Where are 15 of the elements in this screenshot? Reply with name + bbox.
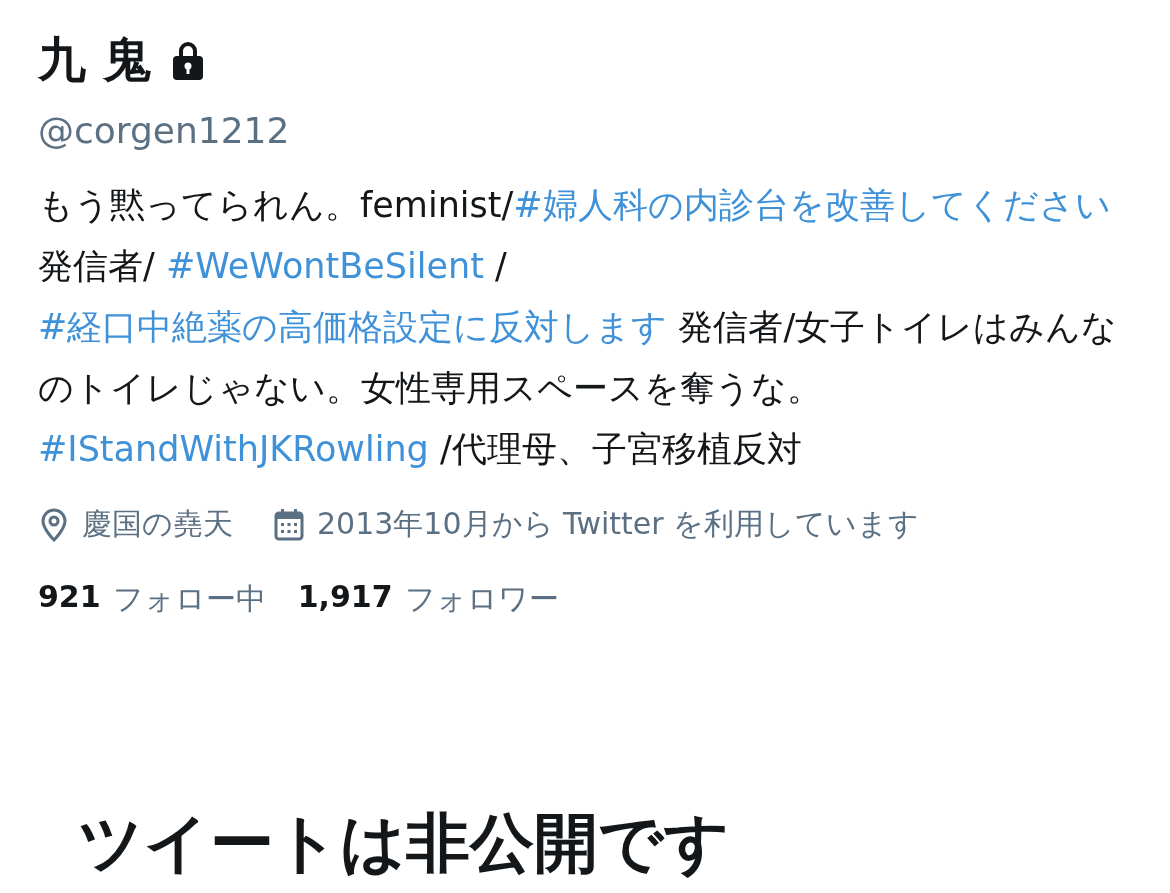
profile-handle[interactable]: @corgen1212 bbox=[38, 110, 1132, 151]
hashtag-link[interactable]: #IStandWithJKRowling bbox=[38, 429, 429, 469]
calendar-icon bbox=[273, 507, 305, 542]
count-label: フォロワー bbox=[404, 580, 559, 618]
location-text: 慶国の堯天 bbox=[82, 505, 233, 543]
count-number: 921 bbox=[38, 579, 101, 616]
count-label: フォロー中 bbox=[112, 580, 266, 618]
hashtag-link[interactable]: #婦人科の内診台を改善してください bbox=[513, 185, 1111, 225]
count-number: 1,917 bbox=[297, 579, 393, 616]
notice-title: ツイートは非公開です bbox=[78, 805, 731, 882]
join-date-text: 2013年10月から Twitter を利用しています bbox=[317, 505, 920, 543]
profile-bio: もう黙ってられん。feminist/#婦人科の内診台を改善してください 発信者/ #WeWontBeSilent / #経口中絶薬の高価格設定に反対します 発信者/女子トイレはみんなのトイレじゃない。女性専用スペースを奪うな。 #IStandWithJKRowling /代理母、子宮移植反対 bbox=[38, 184, 1119, 471]
hashtag-link[interactable]: #WeWontBeSilent bbox=[165, 246, 484, 286]
profile-name: 九 鬼 bbox=[38, 30, 151, 89]
hashtag-link[interactable]: #経口中絶薬の高価格設定に反対します bbox=[38, 307, 668, 347]
